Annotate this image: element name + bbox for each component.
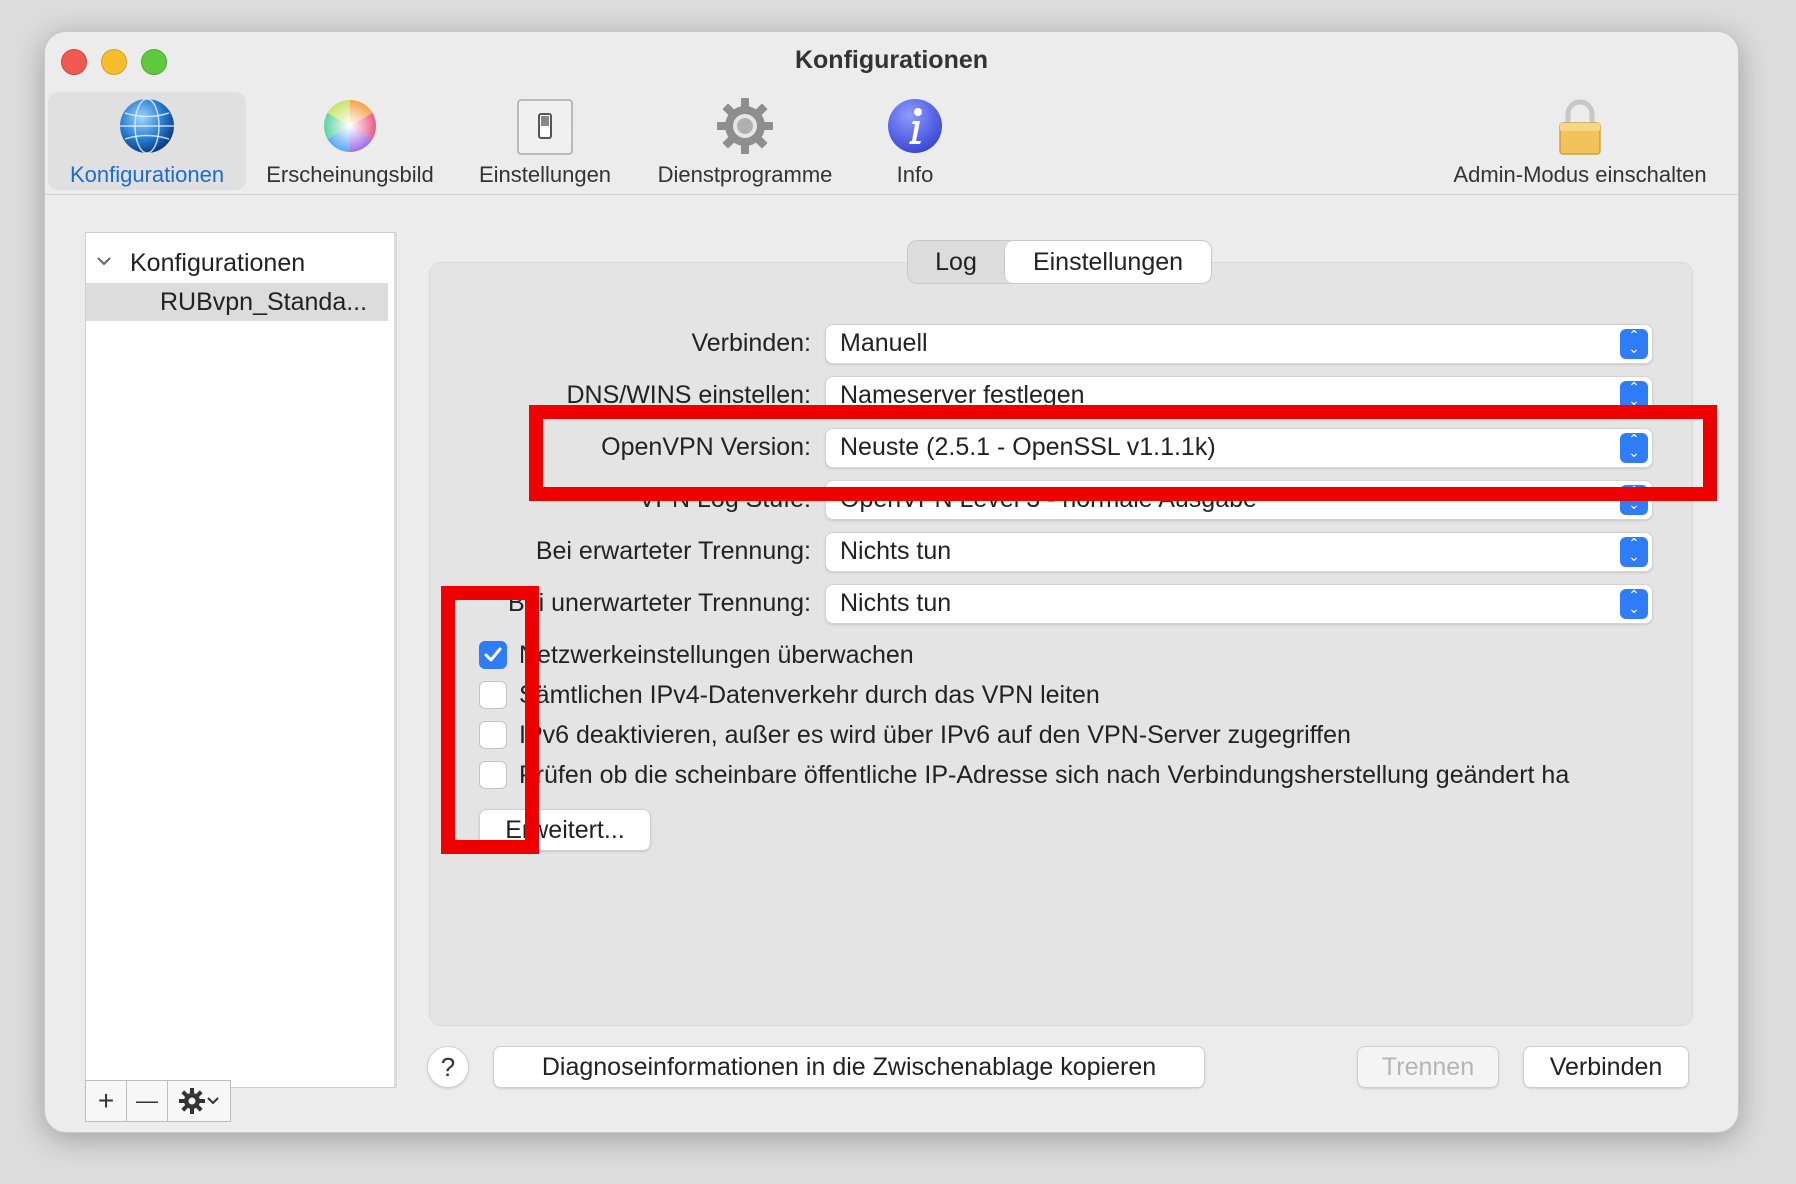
connect-button[interactable]: Verbinden (1523, 1046, 1689, 1088)
app-window: Konfigurationen Konfigurationen Erschein… (44, 31, 1739, 1133)
toolbar-info[interactable]: Info (865, 92, 965, 190)
switch-icon (517, 99, 573, 155)
chevron-down-icon[interactable] (94, 251, 114, 271)
form-label: Verbinden: (691, 329, 811, 357)
tab-einstellungen[interactable]: Einstellungen (1004, 241, 1211, 283)
remove-config-button[interactable]: — (127, 1081, 168, 1121)
toolbar-label: Info (896, 162, 934, 187)
checkbox-label: Prüfen ob die scheinbare öffentliche IP-… (519, 761, 1570, 789)
color-wheel-icon (324, 100, 376, 152)
gear-icon (717, 98, 773, 154)
form-row-verbinden: Verbinden: Manuell ⌃ ⌄ (45, 324, 1738, 364)
toolbar-label: Einstellungen (478, 162, 612, 187)
admin-mode-toggle[interactable]: Admin-Modus einschalten (1435, 92, 1725, 190)
add-config-button[interactable]: + (86, 1081, 127, 1121)
toolbar-label: Erscheinungsbild (266, 162, 434, 187)
checkbox-label: Sämtlichen IPv4-Datenverkehr durch das V… (519, 681, 1100, 709)
unexpected-disconnect-popup[interactable]: Nichts tun ⌃ ⌄ (825, 584, 1653, 624)
popup-value: Manuell (840, 329, 928, 357)
verbinden-popup[interactable]: Manuell ⌃ ⌄ (825, 324, 1653, 364)
chevron-down-icon (207, 1097, 219, 1105)
highlight-openvpn-version (529, 405, 1717, 501)
sidebar-tools: + — (85, 1080, 231, 1122)
toolbar-erscheinungsbild[interactable]: Erscheinungsbild (255, 92, 445, 190)
gear-icon (179, 1088, 205, 1114)
toolbar-dienstprogramme[interactable]: Dienstprogramme (645, 92, 845, 190)
up-down-arrows-icon: ⌃ ⌄ (1620, 588, 1648, 619)
window-title: Konfigurationen (794, 46, 989, 74)
sidebar-item-label: RUBvpn_Standa... (160, 288, 368, 316)
disconnect-button[interactable]: Trennen (1357, 1046, 1499, 1088)
config-actions-menu[interactable] (168, 1081, 230, 1121)
highlight-checkboxes (441, 586, 539, 854)
checkbox-label: IPv6 deaktivieren, außer es wird über IP… (519, 721, 1351, 749)
expected-disconnect-popup[interactable]: Nichts tun ⌃ ⌄ (825, 532, 1653, 572)
tab-log[interactable]: Log (908, 241, 1004, 283)
toolbar-label: Admin-Modus einschalten (1453, 162, 1707, 187)
form-row-expected-disconnect: Bei erwarteter Trennung: Nichts tun ⌃ ⌄ (45, 532, 1738, 572)
up-down-arrows-icon: ⌃ ⌄ (1620, 536, 1648, 567)
sidebar-group-label: Konfigurationen (130, 249, 306, 277)
copy-diagnostics-button[interactable]: Diagnoseinformationen in die Zwischenabl… (493, 1046, 1205, 1088)
toolbar-label: Konfigurationen (69, 162, 225, 187)
info-icon (888, 99, 942, 153)
toolbar-einstellungen[interactable]: Einstellungen (470, 92, 620, 190)
toolbar-konfigurationen[interactable]: Konfigurationen (48, 92, 246, 190)
checkbox-label: Netzwerkeinstellungen überwachen (519, 641, 914, 669)
sidebar-item-rubvpn[interactable]: RUBvpn_Standa... (86, 283, 388, 321)
toolbar: Konfigurationen Konfigurationen Erschein… (45, 32, 1738, 195)
form-label: Bei erwarteter Trennung: (535, 537, 811, 565)
tab-bar: Log Einstellungen (907, 240, 1212, 284)
lock-icon (1559, 99, 1601, 155)
help-button[interactable]: ? (427, 1046, 469, 1088)
globe-icon (120, 98, 174, 154)
popup-value: Nichts tun (840, 537, 952, 565)
form-row-unexpected-disconnect: Bei unerwarteter Trennung: Nichts tun ⌃ ⌄ (45, 584, 1738, 624)
toolbar-label: Dienstprogramme (657, 162, 833, 187)
up-down-arrows-icon: ⌃ ⌄ (1620, 328, 1648, 359)
popup-value: Nichts tun (840, 589, 952, 617)
